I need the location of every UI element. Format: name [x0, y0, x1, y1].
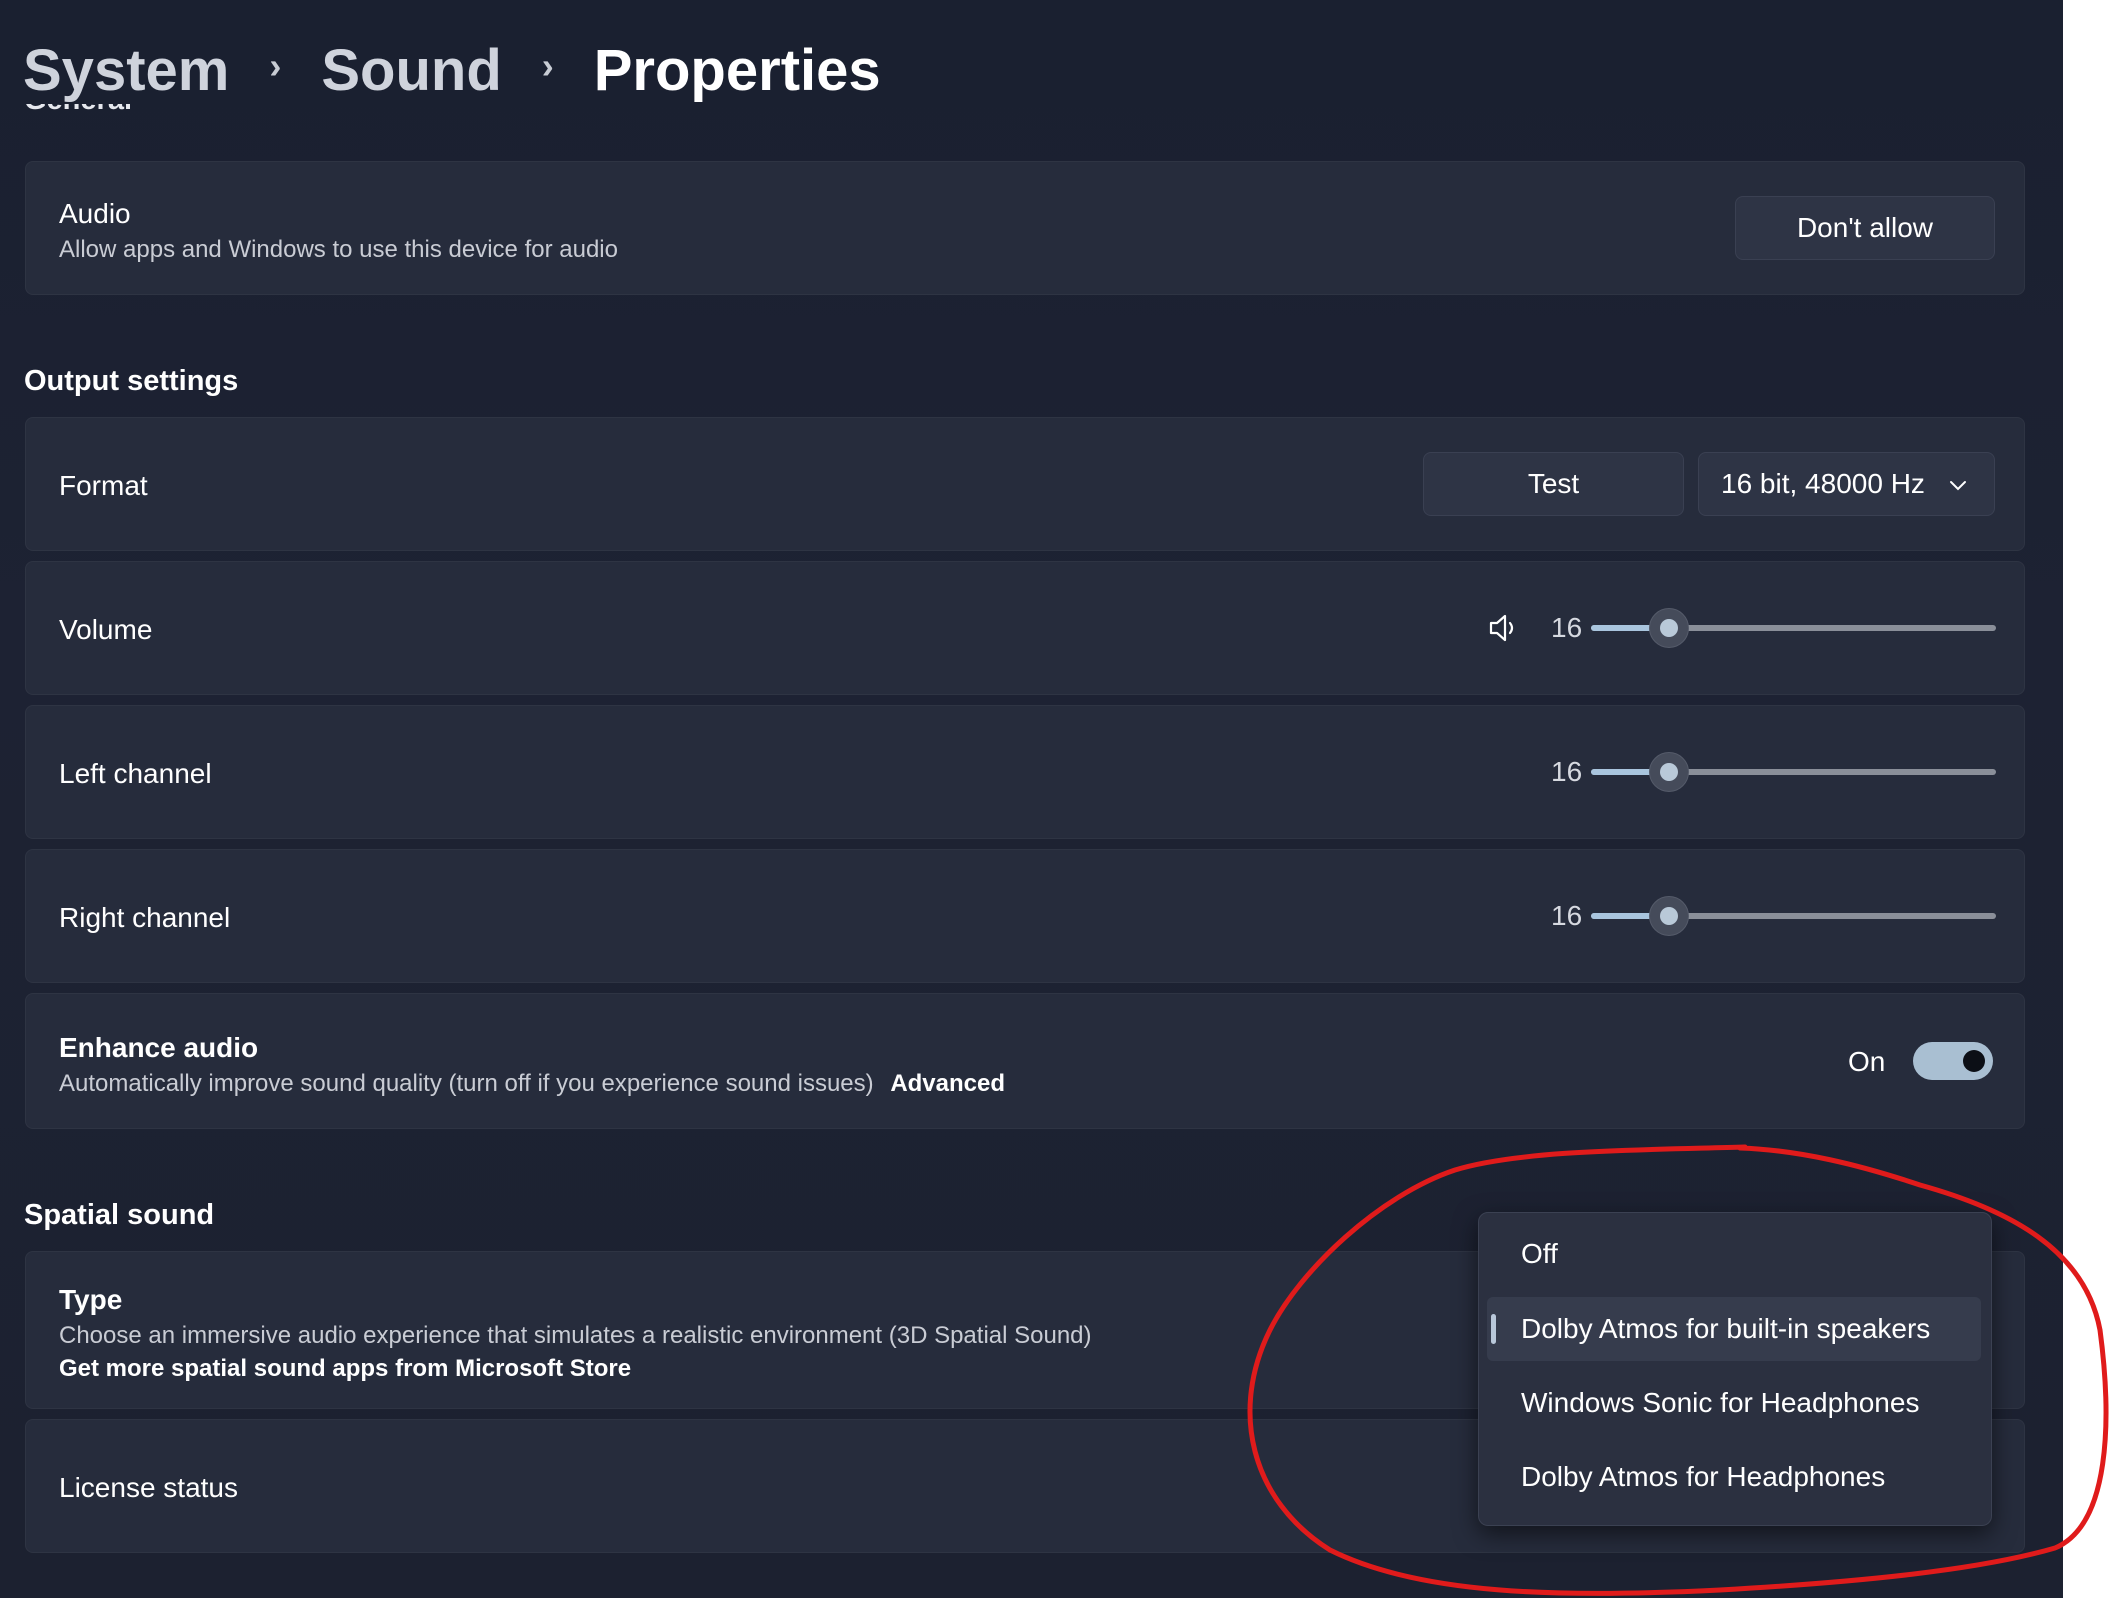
spatial-type-title: Type — [59, 1284, 123, 1315]
right-channel-slider-thumb[interactable] — [1649, 896, 1689, 936]
dont-allow-button[interactable]: Don't allow — [1735, 196, 1995, 260]
right-channel-value: 16 — [1551, 900, 1583, 931]
right-channel-slider[interactable] — [1591, 896, 1996, 936]
format-card: Format Test 16 bit, 48000 Hz — [25, 417, 2025, 551]
enhance-audio-subtitle: Automatically improve sound quality (tur… — [59, 1070, 874, 1097]
left-channel-value: 16 — [1551, 756, 1583, 787]
breadcrumb-separator-icon: › — [541, 45, 554, 86]
left-channel-slider-thumb[interactable] — [1649, 752, 1689, 792]
test-button[interactable]: Test — [1423, 452, 1684, 516]
breadcrumb: System › Sound › Properties — [23, 28, 881, 112]
left-channel-label: Left channel — [59, 758, 212, 789]
license-status-label: License status — [59, 1472, 238, 1503]
microsoft-store-link[interactable]: Get more spatial sound apps from Microso… — [59, 1355, 631, 1383]
volume-value: 16 — [1551, 612, 1583, 643]
volume-label: Volume — [59, 614, 153, 645]
menu-option-label: Dolby Atmos for built-in speakers — [1521, 1313, 1931, 1344]
audio-card: Audio Allow apps and Windows to use this… — [25, 161, 2025, 295]
toggle-knob — [1963, 1050, 1985, 1072]
audio-subtitle: Allow apps and Windows to use this devic… — [59, 236, 618, 263]
breadcrumb-properties: Properties — [593, 37, 881, 103]
menu-option-off[interactable]: Off — [1487, 1222, 1981, 1286]
left-channel-slider[interactable] — [1591, 752, 1996, 792]
chevron-down-icon — [1950, 481, 1966, 491]
enhance-audio-card: Enhance audio Automatically improve soun… — [25, 993, 2025, 1129]
enhance-audio-toggle[interactable] — [1913, 1042, 1993, 1080]
settings-window: System › Sound › Properties General Audi… — [0, 0, 2063, 1598]
advanced-link[interactable]: Advanced — [890, 1070, 1005, 1097]
right-channel-card: Right channel 16 — [25, 849, 2025, 983]
volume-slider[interactable] — [1591, 608, 1996, 648]
spatial-type-subtitle: Choose an immersive audio experience tha… — [59, 1322, 1092, 1349]
speaker-icon[interactable] — [1487, 611, 1519, 645]
volume-slider-thumb[interactable] — [1649, 608, 1689, 648]
selection-indicator — [1491, 1314, 1496, 1344]
volume-card: Volume 16 — [25, 561, 2025, 695]
right-channel-label: Right channel — [59, 902, 231, 933]
breadcrumb-separator-icon: › — [269, 45, 282, 86]
menu-option-dolby-headphones[interactable]: Dolby Atmos for Headphones — [1487, 1445, 1981, 1509]
menu-option-windows-sonic[interactable]: Windows Sonic for Headphones — [1487, 1371, 1981, 1435]
breadcrumb-system[interactable]: System — [23, 37, 229, 104]
audio-title: Audio — [59, 198, 131, 229]
spatial-sound-heading: Spatial sound — [24, 1199, 215, 1231]
format-dropdown-value: 16 bit, 48000 Hz — [1721, 468, 1925, 499]
enhance-audio-description: Automatically improve sound quality (tur… — [59, 1070, 1005, 1098]
left-channel-card: Left channel 16 — [25, 705, 2025, 839]
menu-option-dolby-speakers[interactable]: Dolby Atmos for built-in speakers — [1487, 1297, 1981, 1361]
breadcrumb-sound[interactable]: Sound — [321, 37, 501, 104]
general-heading: General — [24, 104, 132, 140]
output-settings-heading: Output settings — [24, 365, 239, 397]
enhance-audio-title: Enhance audio — [59, 1032, 259, 1063]
format-dropdown[interactable]: 16 bit, 48000 Hz — [1698, 452, 1995, 516]
enhance-audio-state: On — [1848, 1046, 1886, 1077]
spatial-type-dropdown-menu: Off Dolby Atmos for built-in speakers Wi… — [1478, 1212, 1992, 1526]
format-label: Format — [59, 470, 148, 501]
